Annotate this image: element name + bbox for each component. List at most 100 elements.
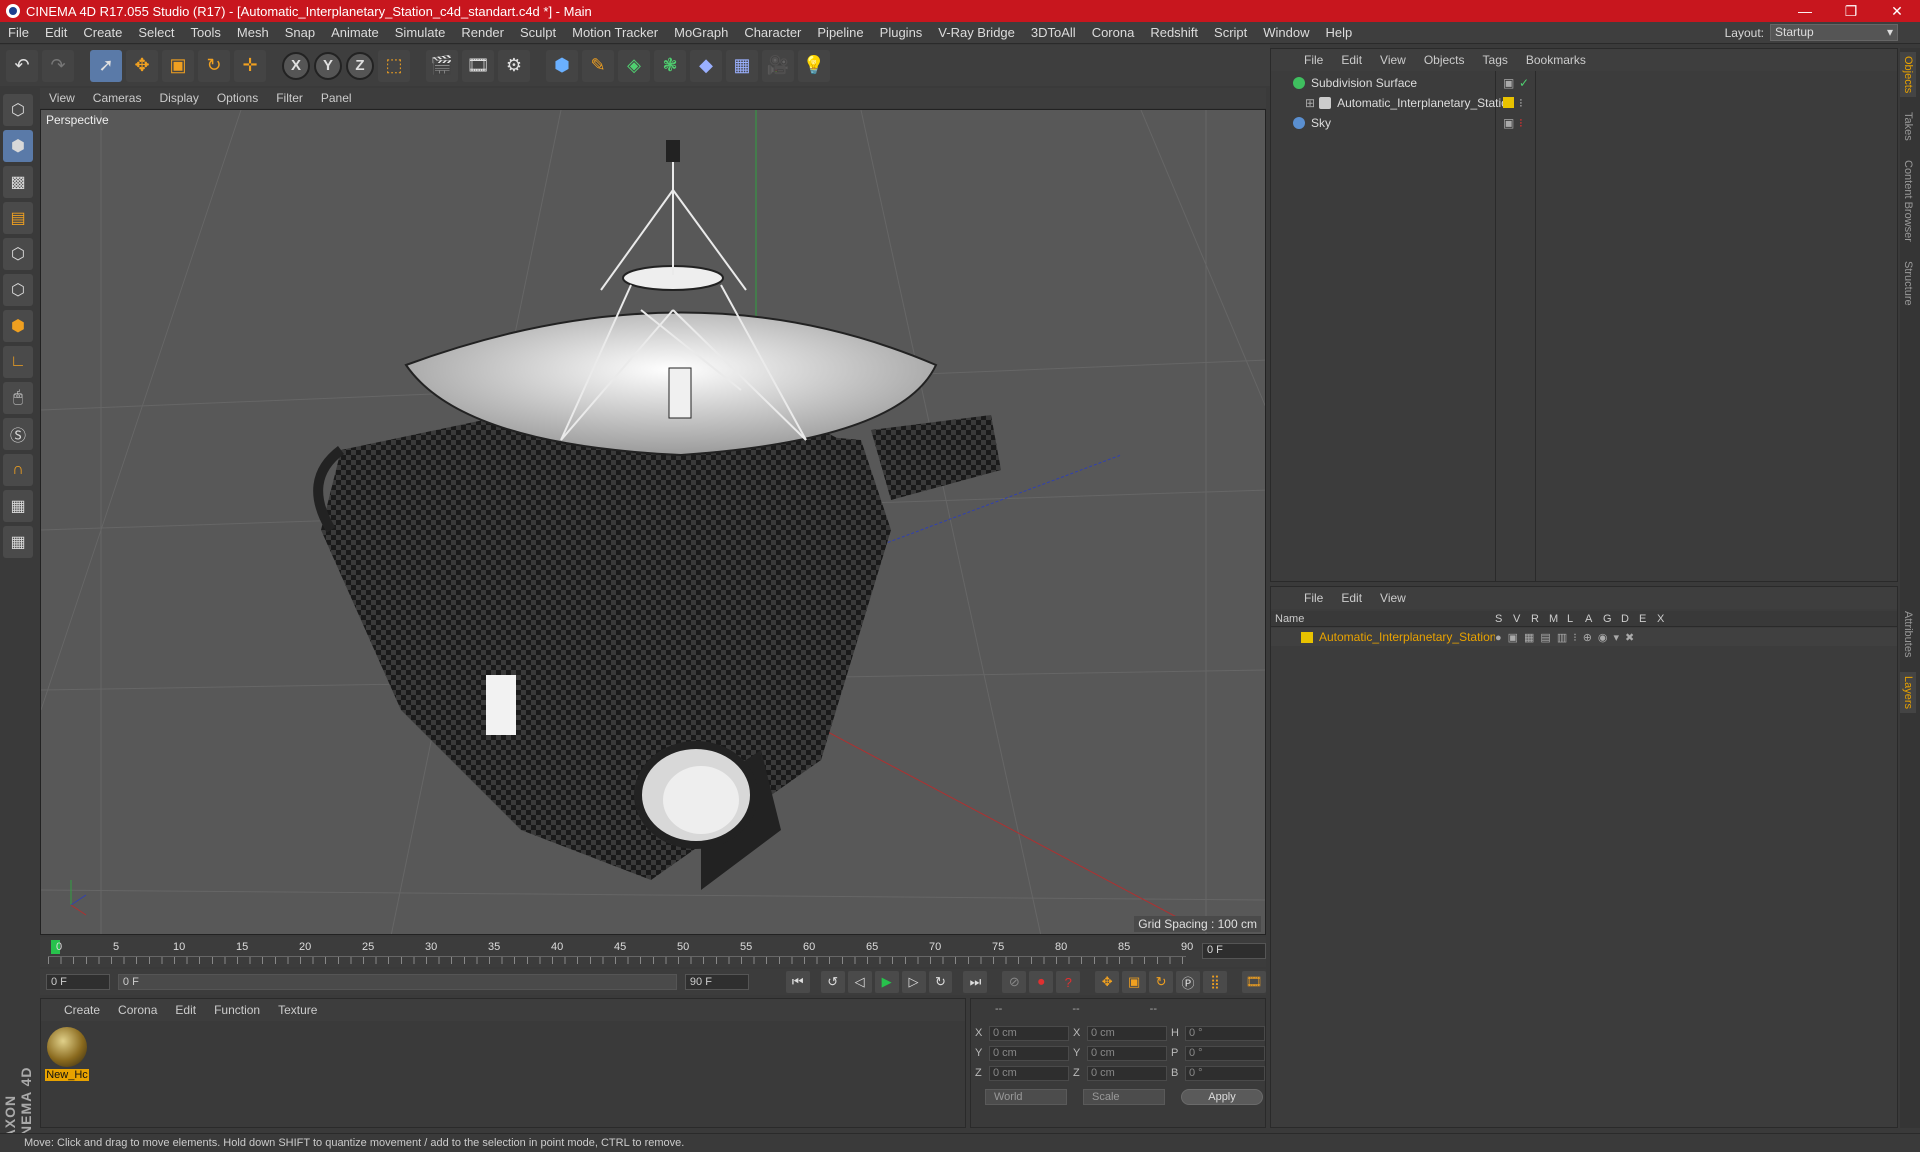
objects-menu-objects[interactable]: Objects [1415, 53, 1474, 67]
timeline-ruler[interactable] [48, 956, 1186, 964]
coordinate-system-icon[interactable]: ⬚ [378, 49, 410, 82]
layers-menu-view[interactable]: View [1371, 591, 1415, 605]
spline-pen-icon[interactable]: ✎ [582, 49, 614, 82]
menu-select[interactable]: Select [130, 25, 182, 40]
position-y-field[interactable]: 0 cm [989, 1045, 1069, 1061]
menu-window[interactable]: Window [1255, 25, 1317, 40]
key-scale-icon[interactable]: ▣ [1122, 971, 1147, 993]
tab-content-browser[interactable]: Content Browser [1900, 156, 1916, 246]
render-view-icon[interactable]: 🎬 [426, 49, 458, 82]
tab-attributes[interactable]: Attributes [1900, 607, 1916, 661]
menu-render[interactable]: Render [453, 25, 512, 40]
key-rotation-icon[interactable]: ↻ [1149, 971, 1174, 993]
viewport-menu-cameras[interactable]: Cameras [84, 91, 151, 105]
key-position-icon[interactable]: ✥ [1095, 971, 1120, 993]
camera-icon[interactable]: 🎥 [762, 49, 794, 82]
objects-menu-file[interactable]: File [1295, 53, 1332, 67]
menu-create[interactable]: Create [75, 25, 130, 40]
go-to-end-icon[interactable]: ⏭ [963, 971, 988, 993]
menu-tools[interactable]: Tools [183, 25, 229, 40]
snap-magnet-icon[interactable]: ∩ [3, 454, 33, 486]
object-row-subdivision-surface[interactable]: Subdivision Surface ▣ ✓ [1271, 73, 1897, 92]
tab-takes[interactable]: Takes [1900, 108, 1916, 145]
perspective-viewport[interactable]: Perspective Grid Spacing : 100 cm [40, 109, 1266, 935]
menu-sculpt[interactable]: Sculpt [512, 25, 564, 40]
material-menu-texture[interactable]: Texture [269, 1003, 326, 1017]
viewport-menu-view[interactable]: View [40, 91, 84, 105]
menu-animate[interactable]: Animate [323, 25, 387, 40]
viewport-menu-options[interactable]: Options [208, 91, 267, 105]
play-icon[interactable]: ▶ [874, 971, 899, 993]
menu-edit[interactable]: Edit [37, 25, 75, 40]
y-axis-lock-button[interactable]: Y [314, 51, 342, 80]
floor-icon[interactable]: ▦ [726, 49, 758, 82]
object-row-sky[interactable]: Sky ▣ ⁝ [1271, 113, 1897, 132]
objects-menu-edit[interactable]: Edit [1332, 53, 1371, 67]
layer-row-station[interactable]: Automatic_Interplanetary_Station ●▣▦▤▥⁝⊕… [1271, 628, 1897, 646]
next-key-icon[interactable]: ↻ [928, 971, 953, 993]
rotate-icon[interactable]: ↻ [198, 49, 230, 82]
grid-snap-icon[interactable]: ▦ [3, 526, 33, 558]
visibility-dots-icon[interactable]: ⁝ [1519, 96, 1523, 110]
material-menu-function[interactable]: Function [205, 1003, 269, 1017]
points-mode-icon[interactable]: ⬡ [3, 238, 33, 270]
timeline[interactable]: 0 5 10 15 20 25 30 35 40 45 50 55 60 65 … [40, 937, 1266, 967]
viewport-menu-display[interactable]: Display [150, 91, 207, 105]
move-alt-icon[interactable]: ✛ [234, 49, 266, 82]
close-button[interactable]: ✕ [1874, 0, 1920, 22]
go-to-start-icon[interactable]: ⏮ [785, 971, 810, 993]
visibility-dots-icon[interactable]: ⁝ [1519, 116, 1523, 130]
material-swatch[interactable]: New_Hc [45, 1027, 89, 1081]
next-frame-icon[interactable]: ▷ [901, 971, 926, 993]
model-mode-icon[interactable]: ⬢ [3, 130, 33, 162]
tab-structure[interactable]: Structure [1900, 257, 1916, 310]
position-z-field[interactable]: 0 cm [989, 1065, 1069, 1081]
undo-icon[interactable]: ↶ [6, 49, 38, 82]
make-editable-icon[interactable]: ⬡ [3, 94, 33, 126]
expand-icon[interactable]: ⊞ [1305, 96, 1315, 110]
apply-button[interactable]: Apply [1181, 1089, 1263, 1105]
layer-color-swatch[interactable] [1301, 631, 1313, 643]
redo-icon[interactable]: ↷ [42, 49, 74, 82]
menu-redshift[interactable]: Redshift [1142, 25, 1206, 40]
tab-layers[interactable]: Layers [1900, 672, 1916, 714]
menu-mograph[interactable]: MoGraph [666, 25, 736, 40]
layers-menu-file[interactable]: File [1295, 591, 1332, 605]
render-picture-viewer-icon[interactable]: 🎞 [462, 49, 494, 82]
viewport-menu-panel[interactable]: Panel [312, 91, 361, 105]
x-axis-lock-button[interactable]: X [282, 51, 310, 80]
scale-icon[interactable]: ▣ [162, 49, 194, 82]
rotation-b-field[interactable]: 0 ° [1185, 1065, 1265, 1081]
position-x-field[interactable]: 0 cm [989, 1025, 1069, 1041]
objects-menu-view[interactable]: View [1371, 53, 1415, 67]
workplane-lock-icon[interactable]: ▦ [3, 490, 33, 522]
visibility-toggle-icon[interactable]: ▣ [1503, 76, 1514, 90]
key-parameter-icon[interactable]: Ⓟ [1176, 971, 1201, 993]
end-frame-field[interactable]: 90 F [684, 974, 749, 990]
size-z-field[interactable]: 0 cm [1087, 1065, 1167, 1081]
menu-3dtoall[interactable]: 3DToAll [1023, 25, 1084, 40]
layer-flags-icons[interactable]: ●▣▦▤▥⁝⊕◉▾✖ [1495, 631, 1640, 644]
object-row-station[interactable]: ⊞ Automatic_Interplanetary_Station ⁝ [1271, 93, 1897, 112]
key-pla-icon[interactable]: ⣿ [1203, 971, 1227, 993]
layers-menu-edit[interactable]: Edit [1332, 591, 1371, 605]
material-menu-create[interactable]: Create [55, 1003, 109, 1017]
workplane-icon[interactable]: ▤ [3, 202, 33, 234]
frame-range-slider[interactable]: 0 F [117, 974, 677, 990]
menu-vray-bridge[interactable]: V-Ray Bridge [930, 25, 1023, 40]
viewport-menu-filter[interactable]: Filter [267, 91, 312, 105]
texture-mode-icon[interactable]: ▩ [3, 166, 33, 198]
menu-plugins[interactable]: Plugins [872, 25, 931, 40]
objects-menu-bookmarks[interactable]: Bookmarks [1517, 53, 1595, 67]
tweak-mode-icon[interactable]: 🖱 [3, 382, 33, 414]
edges-mode-icon[interactable]: ⬡ [3, 274, 33, 306]
material-menu-edit[interactable]: Edit [166, 1003, 205, 1017]
keyframe-selection-icon[interactable]: ? [1056, 971, 1081, 993]
layer-color-swatch[interactable] [1503, 97, 1514, 108]
rotation-h-field[interactable]: 0 ° [1185, 1025, 1265, 1041]
objects-menu-tags[interactable]: Tags [1474, 53, 1517, 67]
menu-motion-tracker[interactable]: Motion Tracker [564, 25, 666, 40]
menu-file[interactable]: File [0, 25, 37, 40]
select-arrow-icon[interactable]: ➚ [90, 49, 122, 82]
start-frame-field[interactable]: 0 F [46, 974, 110, 990]
